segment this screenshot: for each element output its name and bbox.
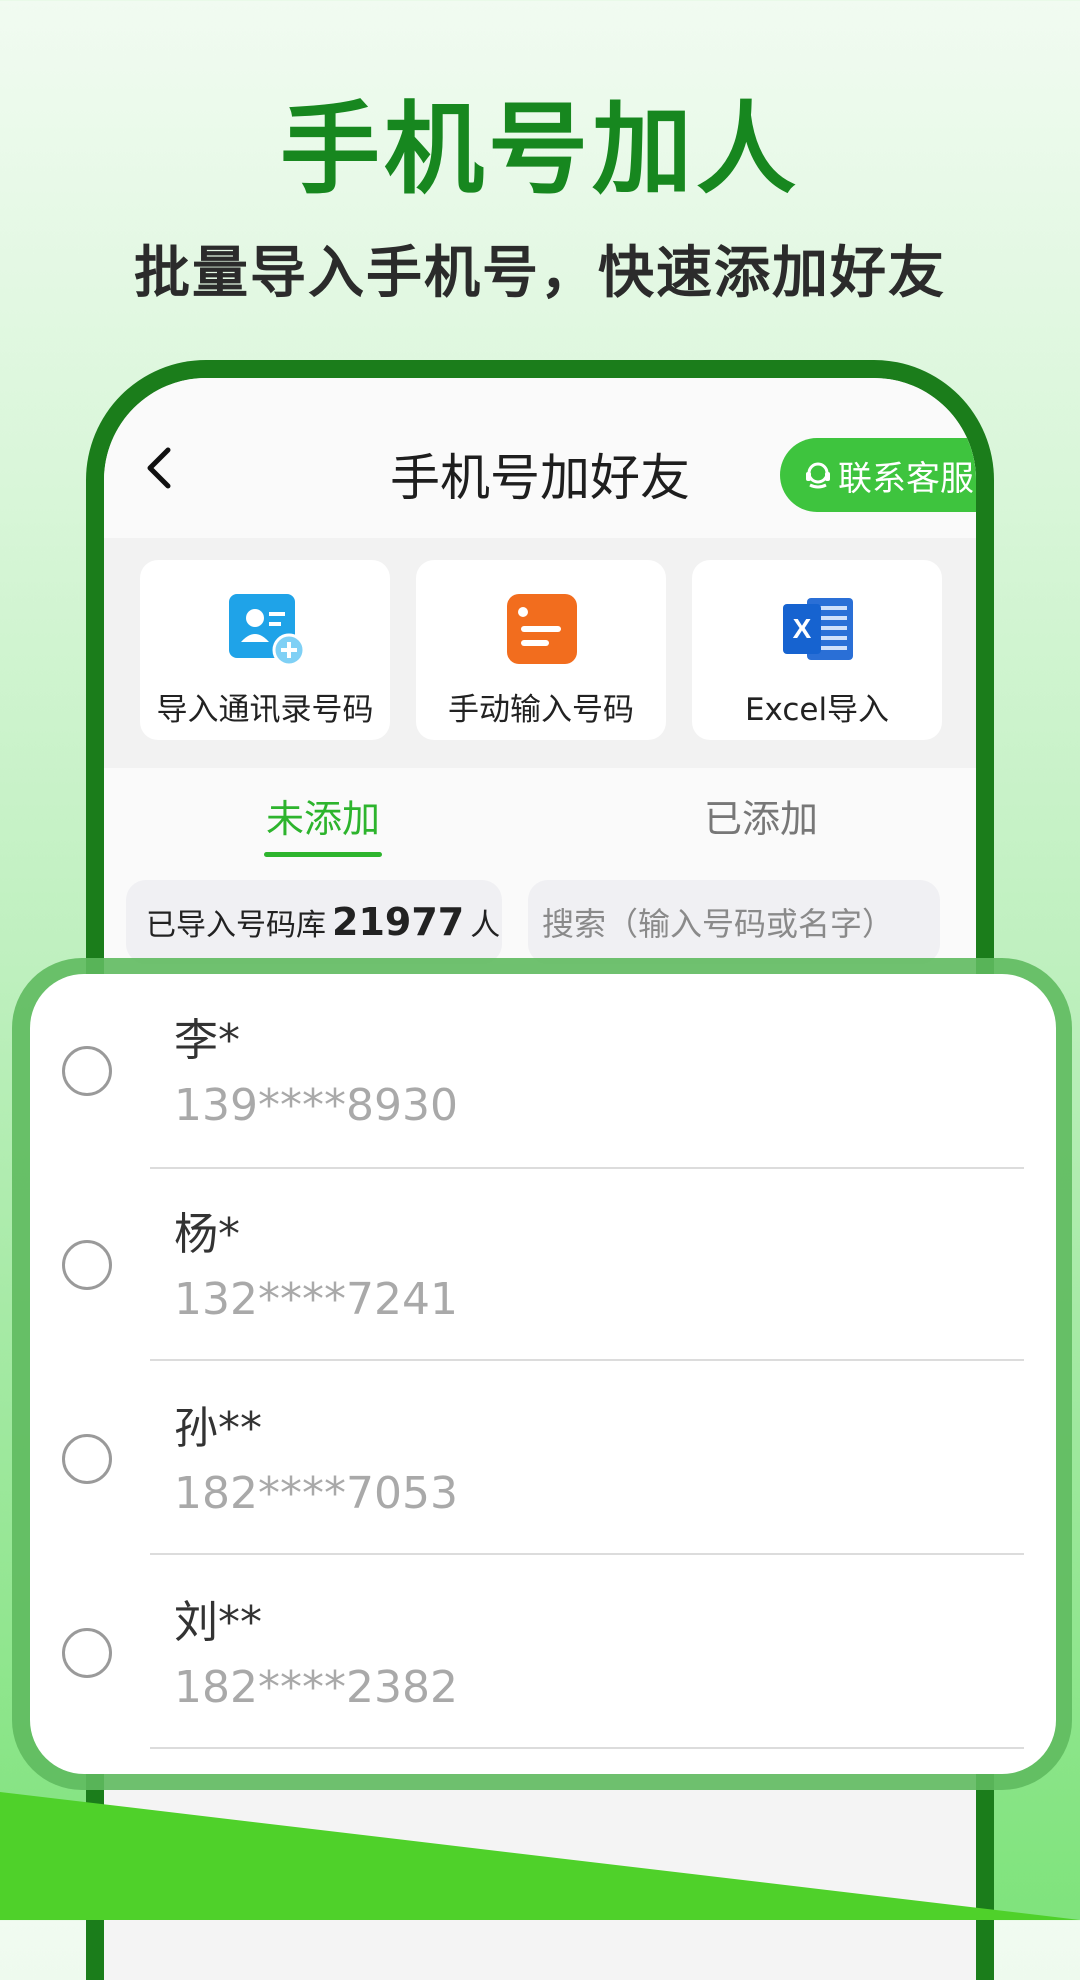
- svg-text:X: X: [793, 613, 812, 644]
- active-tab-indicator: [264, 852, 382, 857]
- list-item[interactable]: 刘** 182****2382: [30, 1556, 1056, 1750]
- library-count-badge: 已导入号码库 21977 人: [126, 880, 502, 964]
- library-count-number: 21977: [332, 900, 465, 944]
- row-divider: [150, 1747, 1024, 1749]
- promo-subline: 批量导入手机号，快速添加好友: [134, 241, 946, 306]
- import-options: 导入通讯录号码 手动输入号码 X Excel导入: [104, 538, 976, 768]
- headset-icon: [806, 462, 830, 489]
- select-radio[interactable]: [62, 1628, 112, 1678]
- import-contacts-card[interactable]: 导入通讯录号码: [140, 560, 390, 740]
- top-bar: 手机号加好友 联系客服: [104, 378, 976, 538]
- manual-input-label: 手动输入号码: [448, 692, 634, 728]
- tab-not-added[interactable]: 未添加: [266, 788, 380, 843]
- list-item[interactable]: 杨* 132****7241: [30, 1168, 1056, 1362]
- contact-phone: 182****7053: [174, 1468, 458, 1519]
- contacts-add-icon: [229, 594, 306, 667]
- contact-phone: 182****2382: [174, 1662, 458, 1713]
- search-input[interactable]: 搜索（输入号码或名字）: [528, 880, 940, 964]
- excel-import-label: Excel导入: [744, 692, 890, 728]
- contact-name: 杨*: [174, 1209, 240, 1260]
- row-divider: [150, 1553, 1024, 1555]
- contact-service-button[interactable]: 联系客服: [780, 438, 976, 512]
- manual-input-card[interactable]: 手动输入号码: [416, 560, 666, 740]
- select-radio[interactable]: [62, 1434, 112, 1484]
- contact-service-label: 联系客服: [838, 458, 974, 499]
- excel-import-card[interactable]: X Excel导入: [692, 560, 942, 740]
- list-item[interactable]: 孙** 182****7053: [30, 1362, 1056, 1556]
- contact-name: 李*: [174, 1015, 240, 1066]
- row-divider: [150, 1359, 1024, 1361]
- tab-added[interactable]: 已添加: [704, 788, 818, 843]
- excel-icon: X: [783, 598, 853, 660]
- list-item[interactable]: 李* 139****8930: [30, 974, 1056, 1169]
- import-contacts-label: 导入通讯录号码: [156, 692, 374, 728]
- promo-headline: 手机号加人: [280, 91, 800, 208]
- library-count-suffix: 人: [470, 908, 501, 943]
- contact-phone: 132****7241: [174, 1274, 458, 1325]
- select-radio[interactable]: [62, 1046, 112, 1096]
- library-count-prefix: 已导入号码库: [146, 908, 326, 943]
- contact-phone: 139****8930: [174, 1080, 458, 1131]
- status-tabs: 未添加 已添加: [104, 768, 976, 868]
- contact-name: 孙**: [174, 1403, 262, 1454]
- manual-input-icon: [507, 594, 577, 664]
- bottom-green-wedge: [0, 1792, 1080, 1920]
- contact-name: 刘**: [174, 1597, 262, 1648]
- search-placeholder: 搜索（输入号码或名字）: [542, 905, 895, 943]
- select-radio[interactable]: [62, 1240, 112, 1290]
- contact-list: 李* 139****8930 杨* 132****7241 孙** 182***…: [30, 974, 1056, 1774]
